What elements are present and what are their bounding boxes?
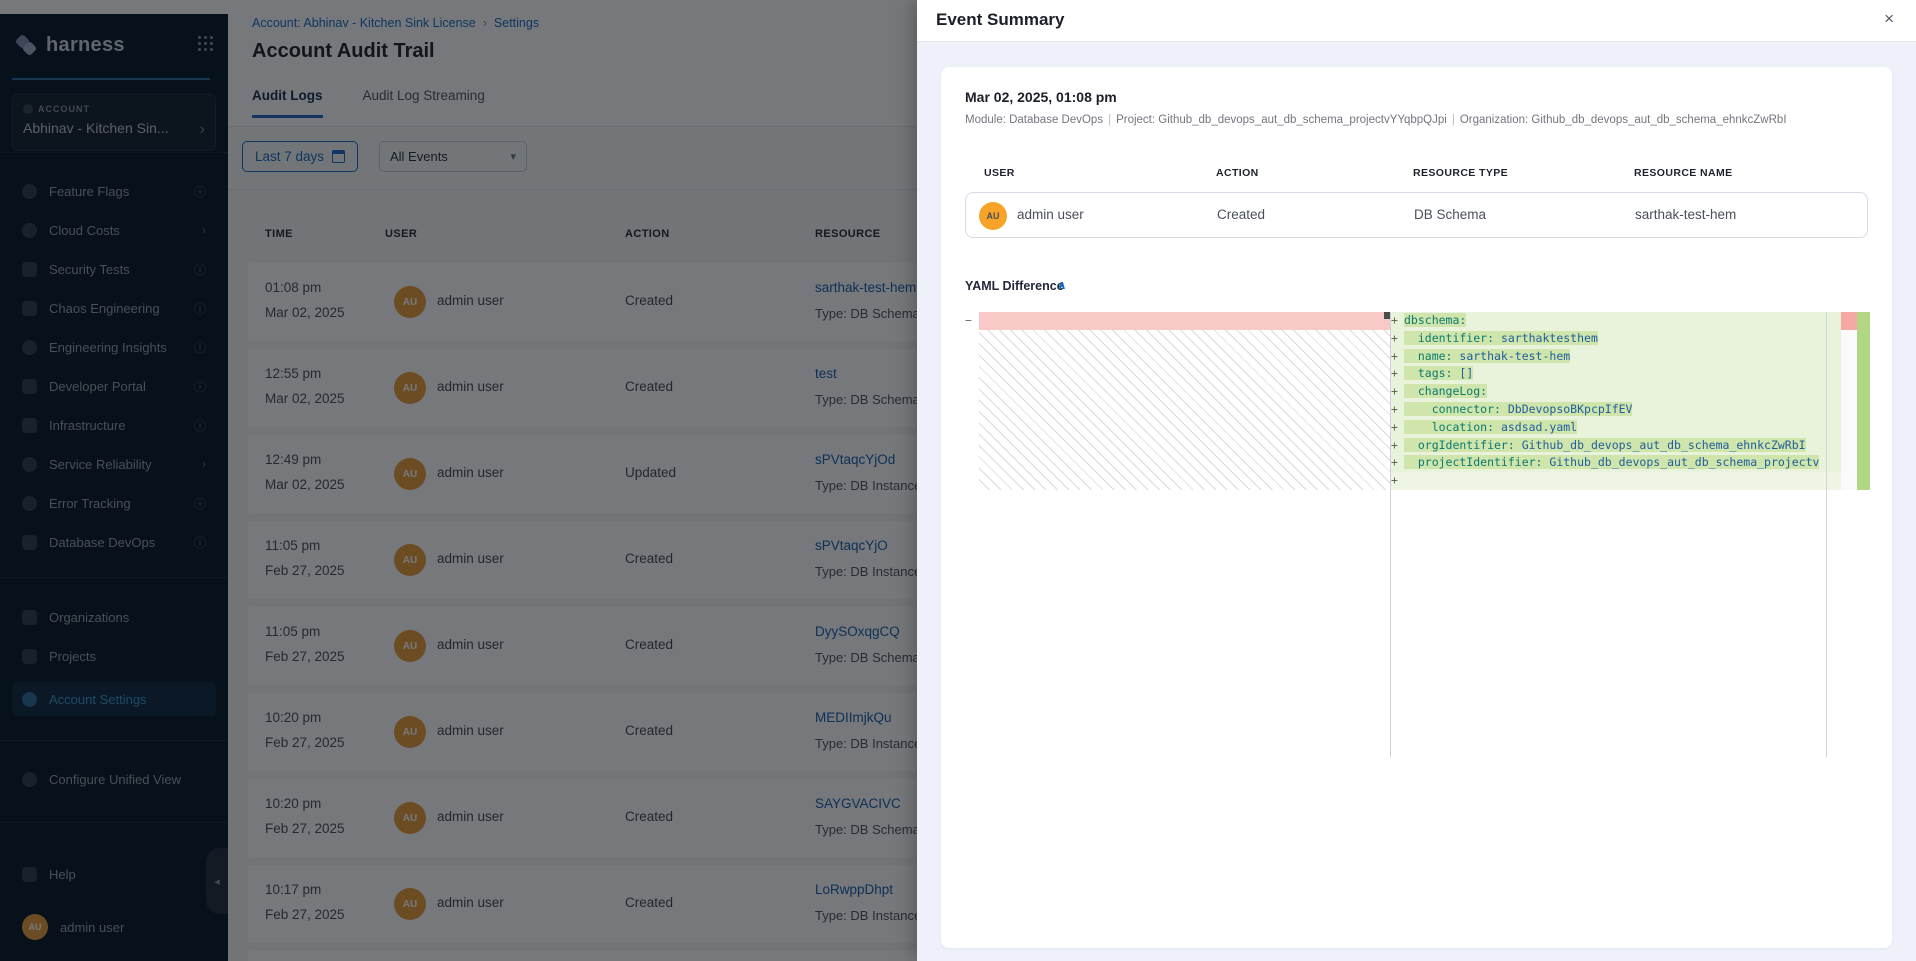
summary-user: admin user xyxy=(1017,207,1084,222)
close-icon[interactable]: × xyxy=(1884,9,1894,29)
summary-table-header: USER ACTION RESOURCE TYPE RESOURCE NAME xyxy=(965,167,1868,183)
event-summary-drawer: Event Summary × Mar 02, 2025, 01:08 pm M… xyxy=(917,0,1916,961)
event-module: Module: Database DevOps xyxy=(965,114,1103,126)
diff-marker-column xyxy=(1841,312,1857,490)
diff-added-line: + projectIdentifier: Github_db_devops_au… xyxy=(1391,454,1841,472)
drawer-body: Mar 02, 2025, 01:08 pm Module: Database … xyxy=(917,42,1916,961)
diff-added-line: + tags: [] xyxy=(1391,365,1841,383)
diff-added-line: +dbschema: xyxy=(1391,312,1841,330)
diff-added-line: + orgIdentifier: Github_db_devops_aut_db… xyxy=(1391,437,1841,455)
user-avatar: AU xyxy=(979,202,1007,230)
column-resource-type: RESOURCE TYPE xyxy=(1413,167,1508,179)
drawer-title: Event Summary xyxy=(936,10,1065,30)
column-resource-name: RESOURCE NAME xyxy=(1634,167,1733,179)
modal-dim-overlay[interactable] xyxy=(0,0,917,961)
event-card: Mar 02, 2025, 01:08 pm Module: Database … xyxy=(941,67,1892,948)
diff-added-line: + changeLog: xyxy=(1391,383,1841,401)
drawer-header: Event Summary × xyxy=(917,0,1916,42)
diff-removed-marker xyxy=(1841,312,1857,330)
diff-added-line-empty: + xyxy=(1391,472,1841,490)
yaml-difference-label: YAML Difference xyxy=(965,279,1064,293)
summary-action: Created xyxy=(1217,207,1265,222)
diff-added-pane: +dbschema: + identifier: sarthaktesthem … xyxy=(1391,312,1870,757)
event-project: Project: Github_db_devops_aut_db_schema_… xyxy=(1116,114,1447,126)
event-meta: Module: Database DevOps|Project: Github_… xyxy=(965,114,1787,126)
diff-added-line: + identifier: sarthaktesthem xyxy=(1391,330,1841,348)
diff-added-line: + location: asdsad.yaml xyxy=(1391,419,1841,437)
event-timestamp: Mar 02, 2025, 01:08 pm xyxy=(965,89,1117,105)
diff-guide-line xyxy=(1826,312,1827,757)
yaml-diff-viewer: − +dbschema: + identifier: sarthaktesthe… xyxy=(965,312,1870,757)
diff-added-line: + connector: DbDevopsoBKpcpIfEV xyxy=(1391,401,1841,419)
summary-resource-name: sarthak-test-hem xyxy=(1635,207,1736,222)
diff-added-line: + name: sarthak-test-hem xyxy=(1391,348,1841,366)
column-user: USER xyxy=(984,167,1015,179)
summary-table-row: AU admin user Created DB Schema sarthak-… xyxy=(965,192,1868,238)
event-organization: Organization: Github_db_devops_aut_db_sc… xyxy=(1460,114,1787,126)
diff-added-marker-bar xyxy=(1857,312,1870,490)
chevron-up-icon[interactable]: ∧ xyxy=(1057,278,1067,292)
diff-empty-hatch xyxy=(979,330,1390,490)
app-window: harness ACCOUNT Abhinav - Kitchen Sin...… xyxy=(0,0,1916,961)
summary-resource-type: DB Schema xyxy=(1414,207,1486,222)
diff-removed-line xyxy=(979,312,1390,330)
diff-removed-pane: − xyxy=(965,312,1390,757)
diff-minus-gutter: − xyxy=(965,312,979,330)
column-action: ACTION xyxy=(1216,167,1259,179)
